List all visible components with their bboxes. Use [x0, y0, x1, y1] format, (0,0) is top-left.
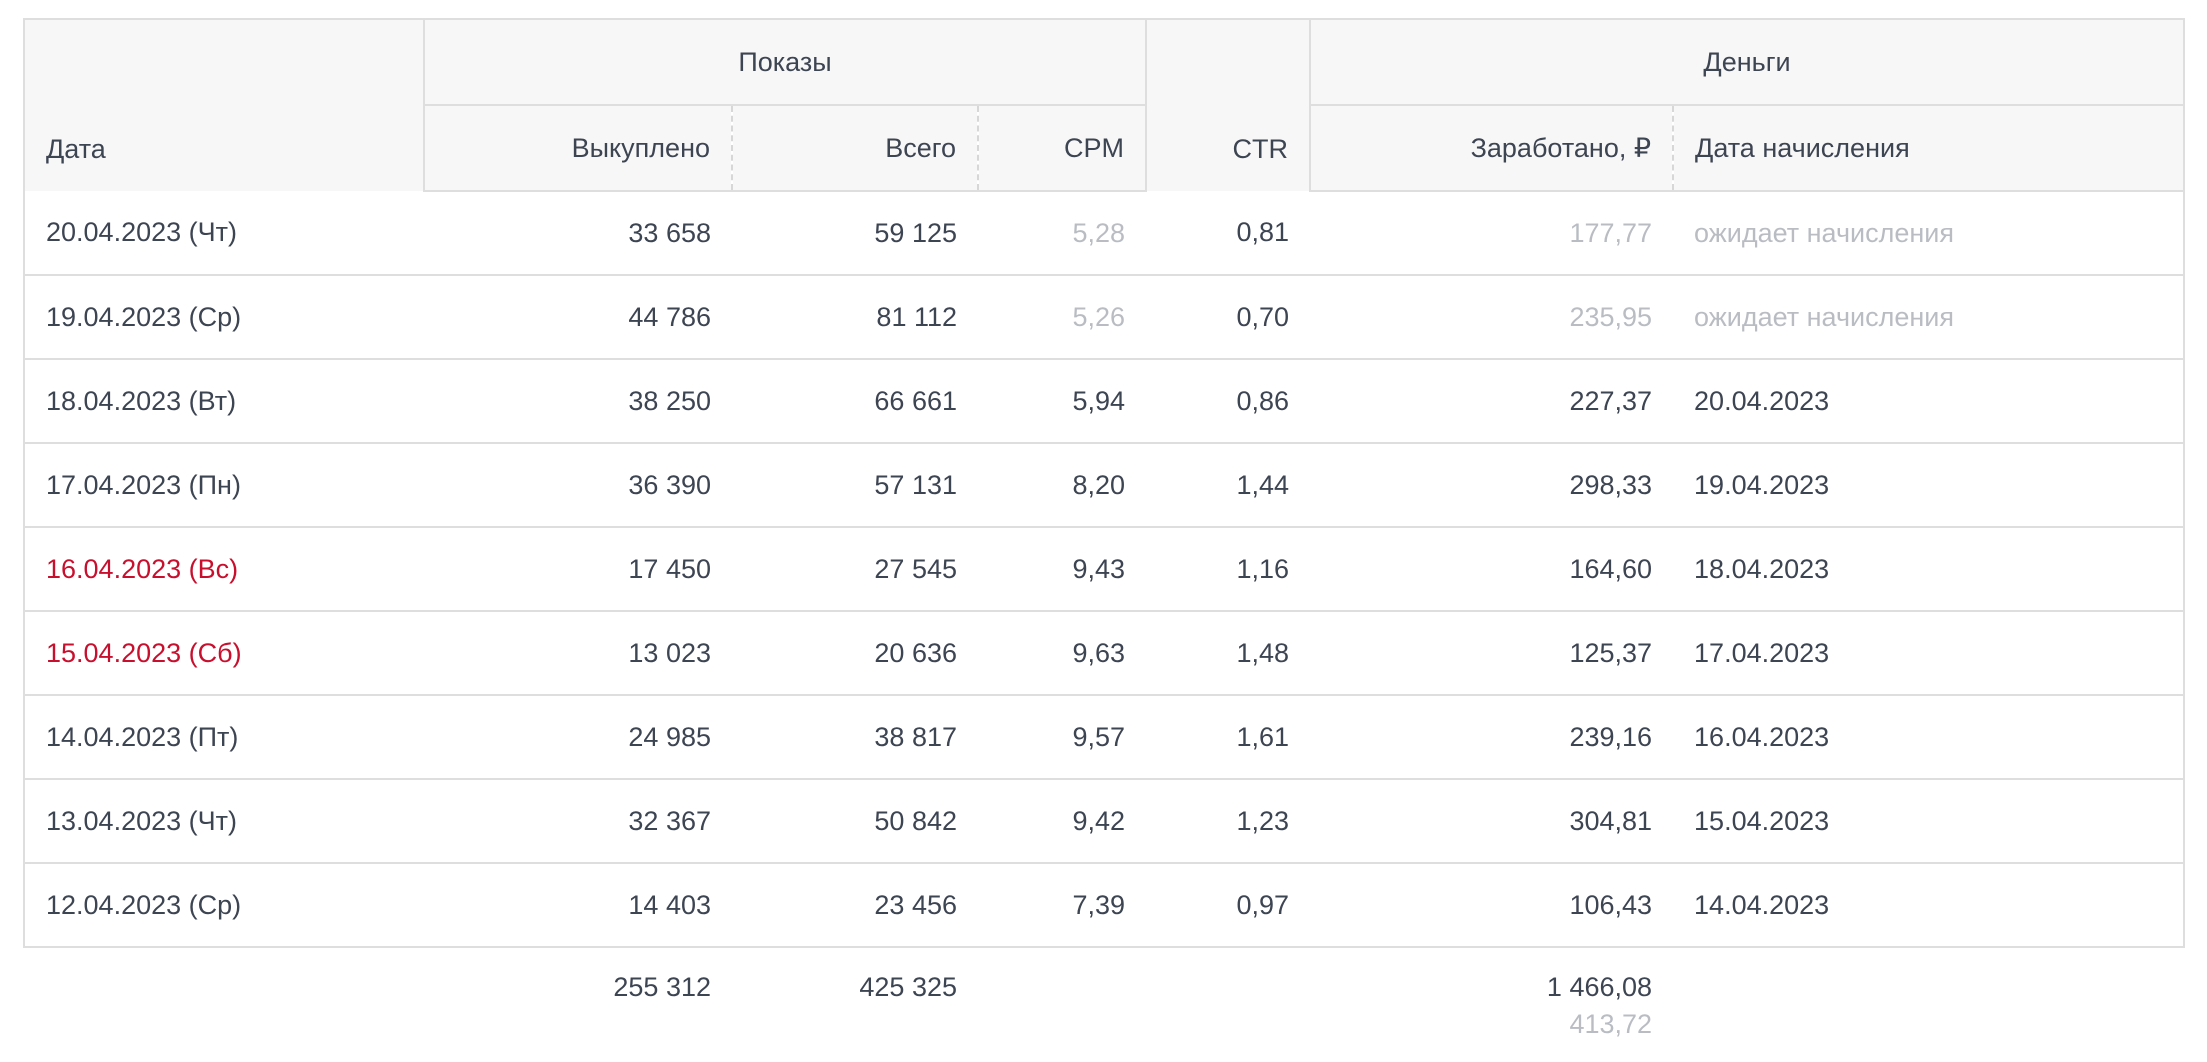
table-body: 20.04.2023 (Чт) 33 658 59 125 5,28 0,81 177,7… — [23, 191, 2186, 948]
table-row: 13.04.2023 (Чт) 32 367 50 842 9,42 1,23 304,8… — [23, 779, 2186, 864]
header-group-impressions: Показы — [422, 18, 1147, 106]
cell-accrual-date: 16.04.2023 — [1673, 695, 2186, 780]
cell-date: 15.04.2023 (Сб) — [23, 611, 424, 696]
cell-earned: 227,37 — [1310, 359, 1674, 444]
table-row: 19.04.2023 (Ср) 44 786 81 112 5,26 0,70 235,9… — [23, 275, 2186, 360]
cell-total: 38 817 — [732, 695, 978, 780]
cell-cpm: 8,20 — [978, 443, 1147, 528]
cell-date: 20.04.2023 (Чт) — [23, 191, 424, 276]
table-row: 17.04.2023 (Пн) 36 390 57 131 8,20 1,44 298,3… — [23, 443, 2186, 528]
cell-earned: 177,77 — [1310, 191, 1674, 276]
cell-earned: 106,43 — [1310, 863, 1674, 948]
totals-empty-cpm — [978, 947, 1147, 1056]
cell-total: 23 456 — [732, 863, 978, 948]
cell-purchased: 32 367 — [424, 779, 732, 864]
cell-cpm: 9,57 — [978, 695, 1147, 780]
cell-total: 59 125 — [732, 191, 978, 276]
cell-earned: 164,60 — [1310, 527, 1674, 612]
totals-empty-date — [24, 947, 424, 1056]
cell-cpm: 5,26 — [978, 275, 1147, 360]
cell-date: 19.04.2023 (Ср) — [23, 275, 424, 360]
totals-empty-accrual — [1673, 947, 2185, 1056]
cell-accrual-date: 15.04.2023 — [1673, 779, 2186, 864]
cell-purchased: 33 658 — [424, 191, 732, 276]
total-purchased: 255 312 — [424, 947, 732, 1056]
cell-ctr: 0,86 — [1146, 359, 1311, 444]
cell-earned: 239,16 — [1310, 695, 1674, 780]
header-ctr[interactable]: CTR — [1145, 18, 1311, 191]
table-row: 14.04.2023 (Пт) 24 985 38 817 9,57 1,61 239,1… — [23, 695, 2186, 780]
cell-cpm: 7,39 — [978, 863, 1147, 948]
header-earned[interactable]: Заработано, ₽ — [1309, 105, 1674, 192]
table-row: 15.04.2023 (Сб) 13 023 20 636 9,63 1,48 125,3… — [23, 611, 2186, 696]
total-earned-cell: 1 466,08 413,72 — [1310, 947, 1674, 1056]
cell-cpm: 5,28 — [978, 191, 1147, 276]
cell-total: 81 112 — [732, 275, 978, 360]
cell-earned: 125,37 — [1310, 611, 1674, 696]
cell-total: 27 545 — [732, 527, 978, 612]
header-date[interactable]: Дата — [23, 18, 424, 191]
cell-date: 14.04.2023 (Пт) — [23, 695, 424, 780]
total-earned-pending: 413,72 — [1569, 1009, 1653, 1039]
cell-earned: 304,81 — [1310, 779, 1674, 864]
cell-date: 17.04.2023 (Пн) — [23, 443, 424, 528]
cell-total: 66 661 — [732, 359, 978, 444]
cell-ctr: 1,61 — [1146, 695, 1311, 780]
cell-accrual-date: 18.04.2023 — [1673, 527, 2186, 612]
table-header: Дата Показы CTR Деньги Выкуплено Всего C… — [23, 18, 2186, 192]
cell-ctr: 1,48 — [1146, 611, 1311, 696]
header-total[interactable]: Всего — [731, 105, 978, 192]
cell-purchased: 14 403 — [424, 863, 732, 948]
stats-page: Дата Показы CTR Деньги Выкуплено Всего C… — [0, 0, 2207, 1062]
cell-accrual-date: 19.04.2023 — [1673, 443, 2186, 528]
cell-date: 12.04.2023 (Ср) — [23, 863, 424, 948]
cell-accrual-date: 20.04.2023 — [1673, 359, 2186, 444]
cell-purchased: 17 450 — [424, 527, 732, 612]
cell-purchased: 44 786 — [424, 275, 732, 360]
header-accrual-date[interactable]: Дата начисления — [1672, 105, 2186, 192]
cell-ctr: 1,23 — [1146, 779, 1311, 864]
total-earned: 1 466,08 — [1546, 972, 1653, 1002]
cell-accrual-date: ожидает начисления — [1673, 191, 2186, 276]
stats-table: Дата Показы CTR Деньги Выкуплено Всего C… — [23, 18, 2186, 1056]
table-row: 20.04.2023 (Чт) 33 658 59 125 5,28 0,81 177,7… — [23, 191, 2186, 276]
cell-date: 13.04.2023 (Чт) — [23, 779, 424, 864]
cell-total: 57 131 — [732, 443, 978, 528]
header-cpm[interactable]: CPM — [976, 105, 1147, 192]
header-group-money: Деньги — [1309, 18, 2186, 106]
table-row: 16.04.2023 (Вс) 17 450 27 545 9,43 1,16 164,6… — [23, 527, 2186, 612]
cell-ctr: 0,70 — [1146, 275, 1311, 360]
header-group-row: Дата Показы CTR Деньги — [23, 18, 2186, 191]
cell-accrual-date: ожидает начисления — [1673, 275, 2186, 360]
total-impressions: 425 325 — [732, 947, 978, 1056]
cell-ctr: 0,81 — [1146, 191, 1311, 276]
cell-ctr: 1,44 — [1146, 443, 1311, 528]
cell-cpm: 5,94 — [978, 359, 1147, 444]
cell-ctr: 0,97 — [1146, 863, 1311, 948]
cell-earned: 235,95 — [1310, 275, 1674, 360]
cell-accrual-date: 14.04.2023 — [1673, 863, 2186, 948]
cell-date: 18.04.2023 (Вт) — [23, 359, 424, 444]
table-row: 18.04.2023 (Вт) 38 250 66 661 5,94 0,86 227,3… — [23, 359, 2186, 444]
cell-purchased: 24 985 — [424, 695, 732, 780]
header-purchased[interactable]: Выкуплено — [423, 105, 732, 192]
cell-ctr: 1,16 — [1146, 527, 1311, 612]
cell-earned: 298,33 — [1310, 443, 1674, 528]
table-totals: 255 312 425 325 1 466,08 413,72 — [24, 947, 2185, 1056]
cell-total: 50 842 — [732, 779, 978, 864]
table-row: 12.04.2023 (Ср) 14 403 23 456 7,39 0,97 106,4… — [23, 863, 2186, 948]
cell-total: 20 636 — [732, 611, 978, 696]
totals-empty-ctr — [1146, 947, 1311, 1056]
cell-date: 16.04.2023 (Вс) — [23, 527, 424, 612]
cell-cpm: 9,42 — [978, 779, 1147, 864]
cell-cpm: 9,43 — [978, 527, 1147, 612]
cell-purchased: 36 390 — [424, 443, 732, 528]
cell-purchased: 13 023 — [424, 611, 732, 696]
cell-purchased: 38 250 — [424, 359, 732, 444]
totals-row: 255 312 425 325 1 466,08 413,72 — [24, 947, 2185, 1056]
cell-accrual-date: 17.04.2023 — [1673, 611, 2186, 696]
cell-cpm: 9,63 — [978, 611, 1147, 696]
